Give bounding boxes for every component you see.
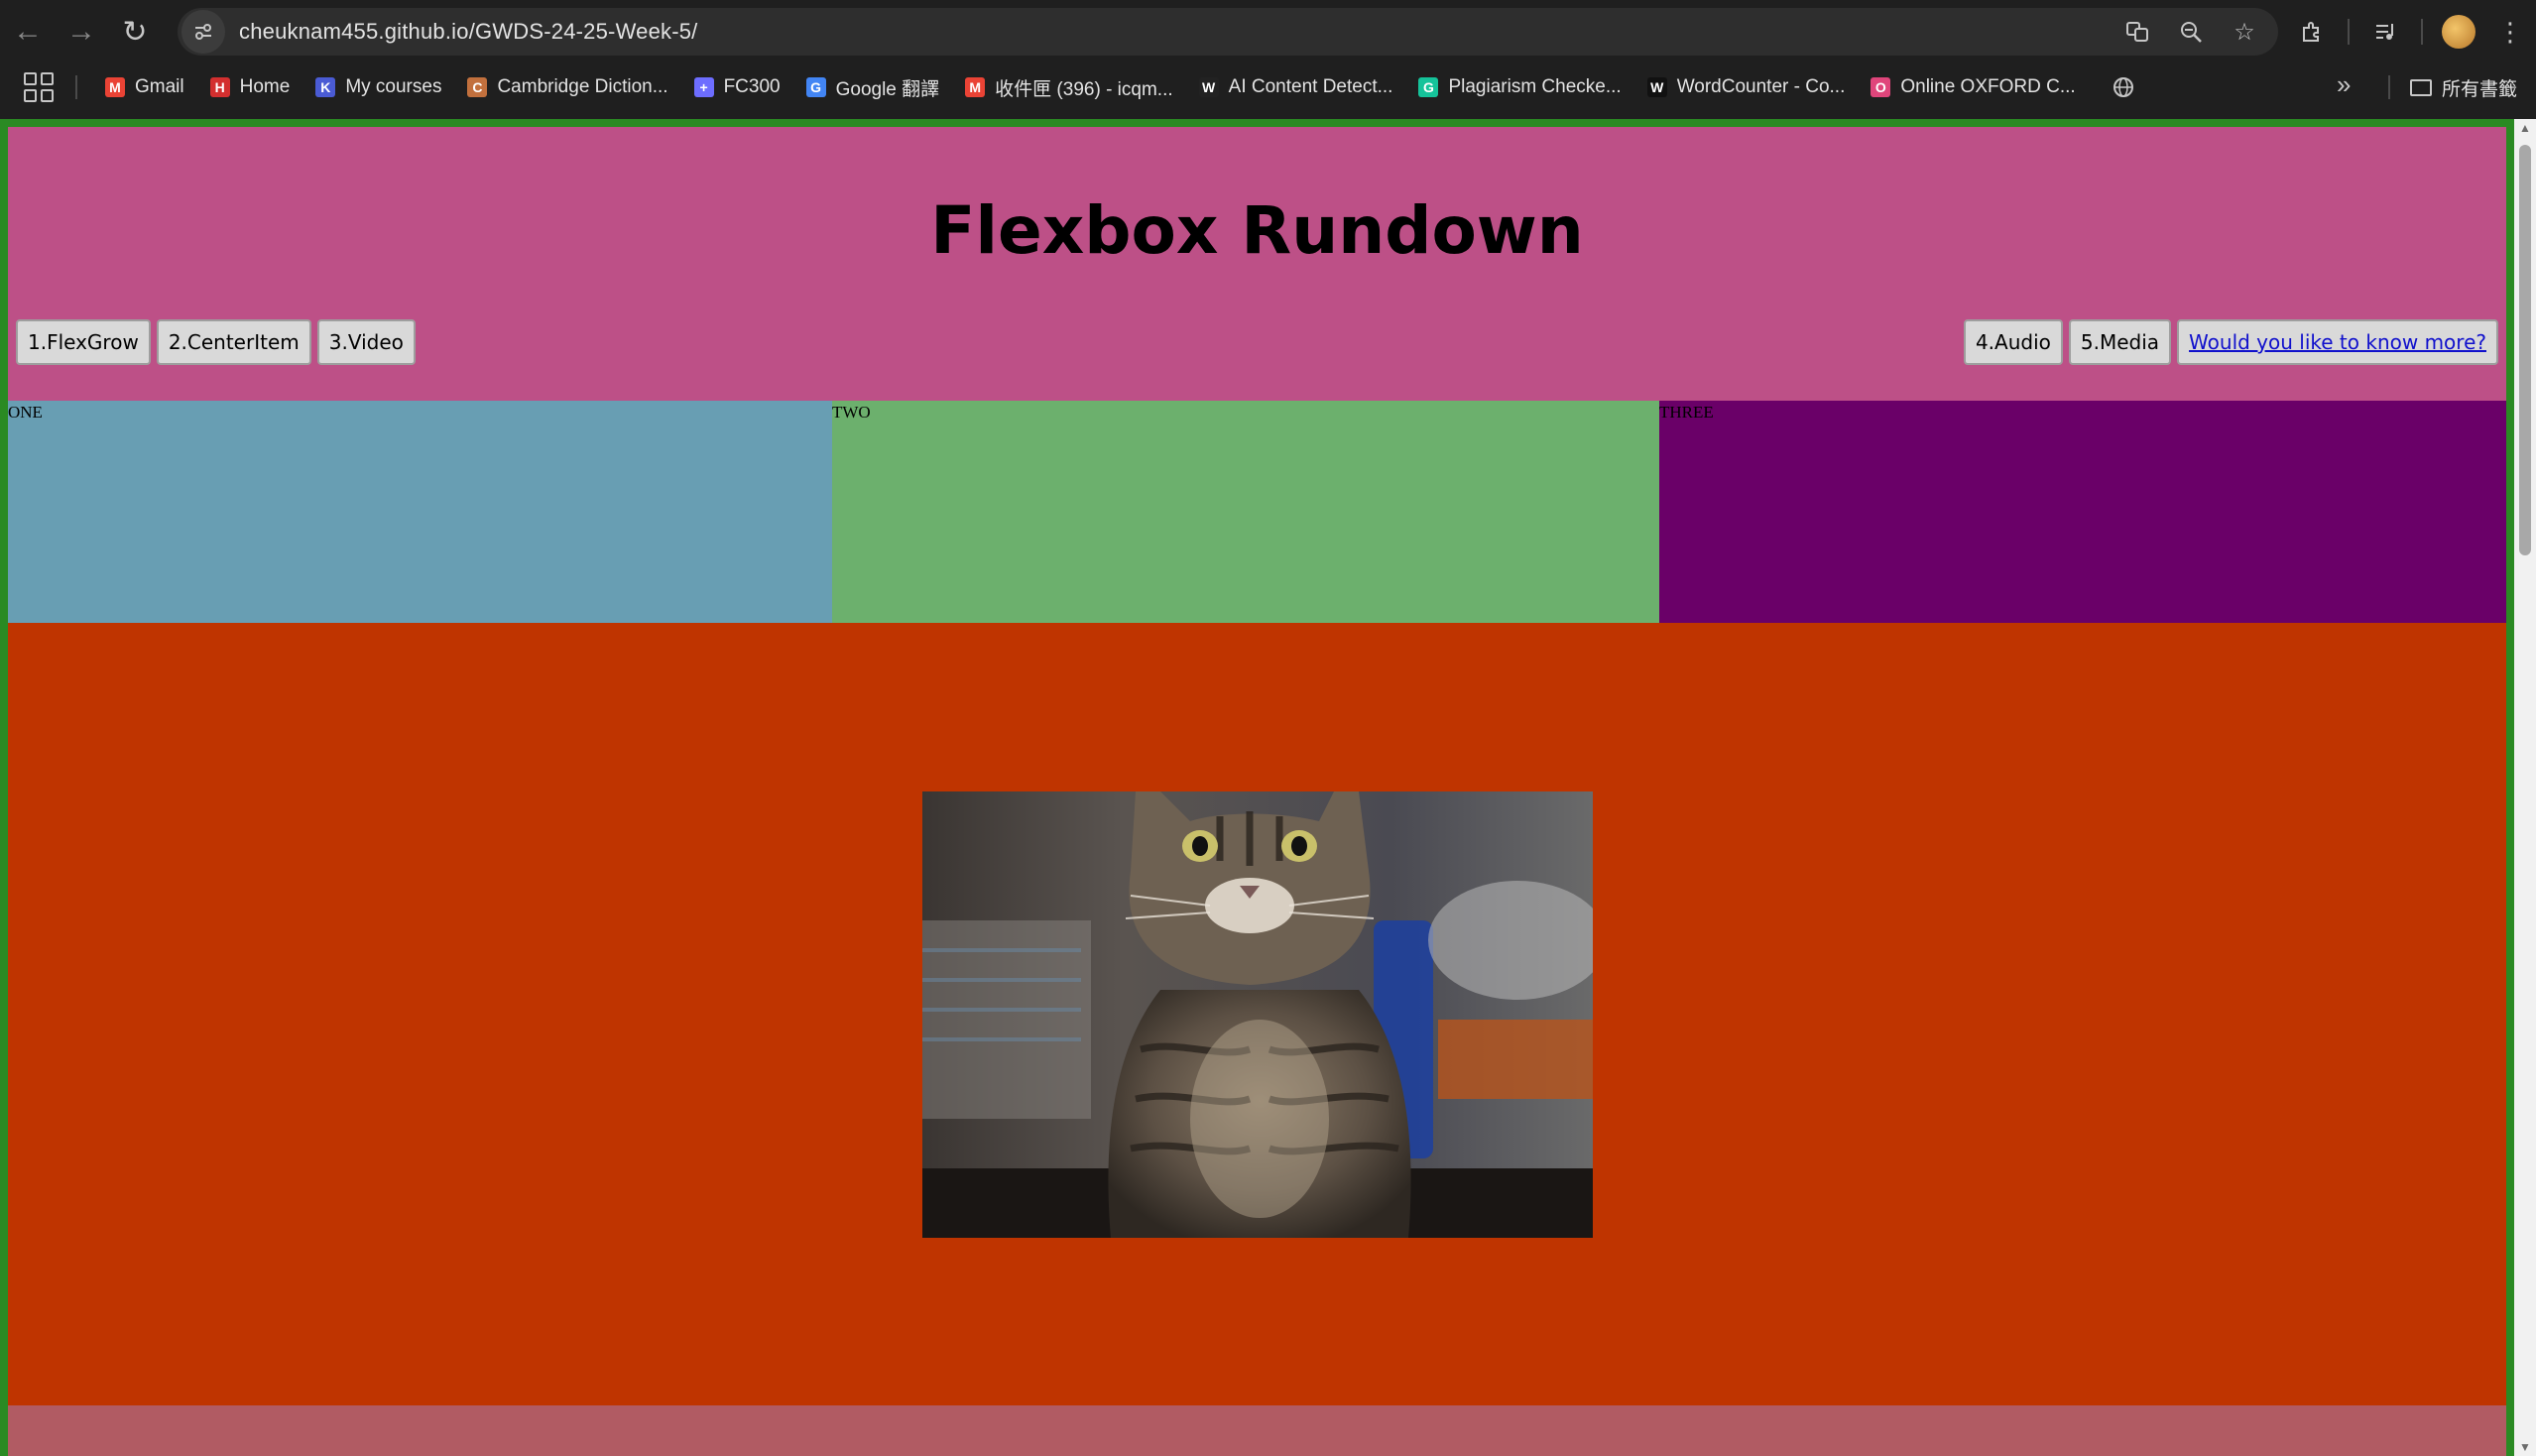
url-text[interactable]: cheuknam455.github.io/GWDS-24-25-Week-5/	[239, 19, 697, 45]
bookmark-label: Google 翻譯	[835, 78, 940, 100]
bookmark-item[interactable]: M 收件匣 (396) - icqm...	[955, 69, 1182, 105]
translate-icon[interactable]	[2123, 18, 2151, 46]
inbox-icon: M	[965, 77, 986, 97]
scroll-up-arrow-icon[interactable]: ▲	[2519, 121, 2531, 135]
bookmark-item[interactable]: H Home	[200, 69, 301, 105]
bookmark-item[interactable]: M Gmail	[95, 69, 194, 105]
toolbar-divider	[2348, 19, 2350, 45]
bookmark-item[interactable]: G Plagiarism Checke...	[1408, 69, 1630, 105]
bookmark-item[interactable]: O Online OXFORD C...	[1861, 69, 2085, 105]
globe-bookmark[interactable]	[2103, 69, 2144, 105]
footer-strip	[8, 1405, 2506, 1456]
scrollbar-thumb[interactable]	[2519, 145, 2531, 555]
column-three: THREE	[1659, 401, 2506, 623]
apps-grid-icon[interactable]	[24, 72, 54, 102]
bookmark-label: My courses	[345, 76, 442, 97]
page-nav: 1.FlexGrow 2.CenterItem 3.Video 4.Audio …	[16, 319, 2498, 365]
nav-left-group: 1.FlexGrow 2.CenterItem 3.Video	[16, 319, 416, 365]
oxford-icon: O	[1871, 77, 1891, 97]
cambridge-icon: C	[467, 77, 488, 97]
bookmark-item[interactable]: W WordCounter - Co...	[1637, 69, 1856, 105]
zoom-icon[interactable]	[2177, 18, 2205, 46]
cat-photo	[922, 791, 1593, 1238]
bookmark-label: WordCounter - Co...	[1676, 76, 1846, 97]
page-body: Flexbox Rundown 1.FlexGrow 2.CenterItem …	[8, 127, 2506, 1456]
page-header: Flexbox Rundown 1.FlexGrow 2.CenterItem …	[8, 127, 2506, 401]
courses-icon: K	[315, 77, 336, 97]
globe-icon	[2113, 77, 2133, 97]
bookmarks-divider	[2388, 75, 2390, 99]
nav-button-centeritem[interactable]: 2.CenterItem	[156, 319, 311, 365]
all-bookmarks-label: 所有書籤	[2442, 78, 2518, 100]
nav-right-group: 4.Audio 5.Media Would you like to know m…	[1963, 319, 2498, 365]
bookmark-item[interactable]: + FC300	[684, 69, 790, 105]
profile-avatar[interactable]	[2433, 6, 2484, 58]
bookmark-item[interactable]: W AI Content Detect...	[1189, 69, 1403, 105]
centered-media-section	[8, 623, 2506, 1405]
column-one: ONE	[8, 401, 832, 623]
bookmarks-bar: M Gmail H Home K My courses C Cambridge Diction…	[0, 63, 2536, 111]
gmail-icon: M	[105, 77, 125, 97]
reload-icon[interactable]: ↻	[109, 6, 161, 58]
all-bookmarks-folder[interactable]: 所有書籤	[2410, 63, 2517, 111]
page-viewport: Flexbox Rundown 1.FlexGrow 2.CenterItem …	[0, 119, 2536, 1456]
bookmark-item[interactable]: K My courses	[305, 69, 451, 105]
bookmark-label: 收件匣 (396) - icqm...	[995, 78, 1173, 100]
toolbar-divider	[2421, 19, 2423, 45]
bookmarks-divider	[75, 75, 77, 99]
wordcounter-icon: W	[1646, 77, 1667, 97]
bookmark-label: Plagiarism Checke...	[1448, 76, 1622, 97]
bookmark-star-icon[interactable]: ☆	[2231, 18, 2258, 46]
fc300-icon: +	[693, 77, 714, 97]
back-arrow-icon[interactable]: ←	[2, 6, 54, 58]
ai-detect-icon: W	[1198, 77, 1219, 97]
forward-arrow-icon[interactable]: →	[56, 6, 107, 58]
column-two: TWO	[832, 401, 1659, 623]
extensions-icon[interactable]	[2286, 6, 2338, 58]
grammarly-icon: G	[1418, 77, 1439, 97]
home-bookmark-icon: H	[209, 77, 230, 97]
google-translate-icon: G	[805, 77, 826, 97]
know-more-link[interactable]: Would you like to know more?	[2177, 319, 2498, 365]
browser-toolbar: ← → ↻ cheuknam455.github.io/GWDS-24-25-W…	[0, 0, 2536, 63]
nav-button-audio[interactable]: 4.Audio	[1963, 319, 2063, 365]
media-control-icon[interactable]	[2359, 6, 2411, 58]
nav-button-media[interactable]: 5.Media	[2068, 319, 2172, 365]
bookmark-item[interactable]: G Google 翻譯	[796, 69, 950, 105]
bookmark-label: Home	[239, 76, 291, 97]
nav-button-video[interactable]: 3.Video	[316, 319, 416, 365]
bookmark-label: AI Content Detect...	[1228, 76, 1393, 97]
more-bookmarks-chevron-icon[interactable]: »	[2337, 69, 2351, 100]
bookmark-label: Cambridge Diction...	[497, 76, 668, 97]
nav-button-flexgrow[interactable]: 1.FlexGrow	[16, 319, 151, 365]
page-scrollbar[interactable]: ▲ ▼	[2514, 119, 2536, 1456]
bookmark-label: Online OXFORD C...	[1900, 76, 2076, 97]
site-info-icon[interactable]	[181, 10, 225, 54]
bookmark-label: FC300	[723, 76, 781, 97]
bookmark-item[interactable]: C Cambridge Diction...	[457, 69, 677, 105]
menu-kebab-icon[interactable]: ⋮	[2484, 6, 2536, 58]
address-bar[interactable]: cheuknam455.github.io/GWDS-24-25-Week-5/…	[178, 8, 2278, 56]
page-title: Flexbox Rundown	[930, 192, 1584, 269]
bookmark-label: Gmail	[135, 76, 184, 97]
scroll-down-arrow-icon[interactable]: ▼	[2519, 1440, 2531, 1454]
folder-icon	[2410, 78, 2432, 96]
flex-columns: ONE TWO THREE	[8, 401, 2506, 623]
